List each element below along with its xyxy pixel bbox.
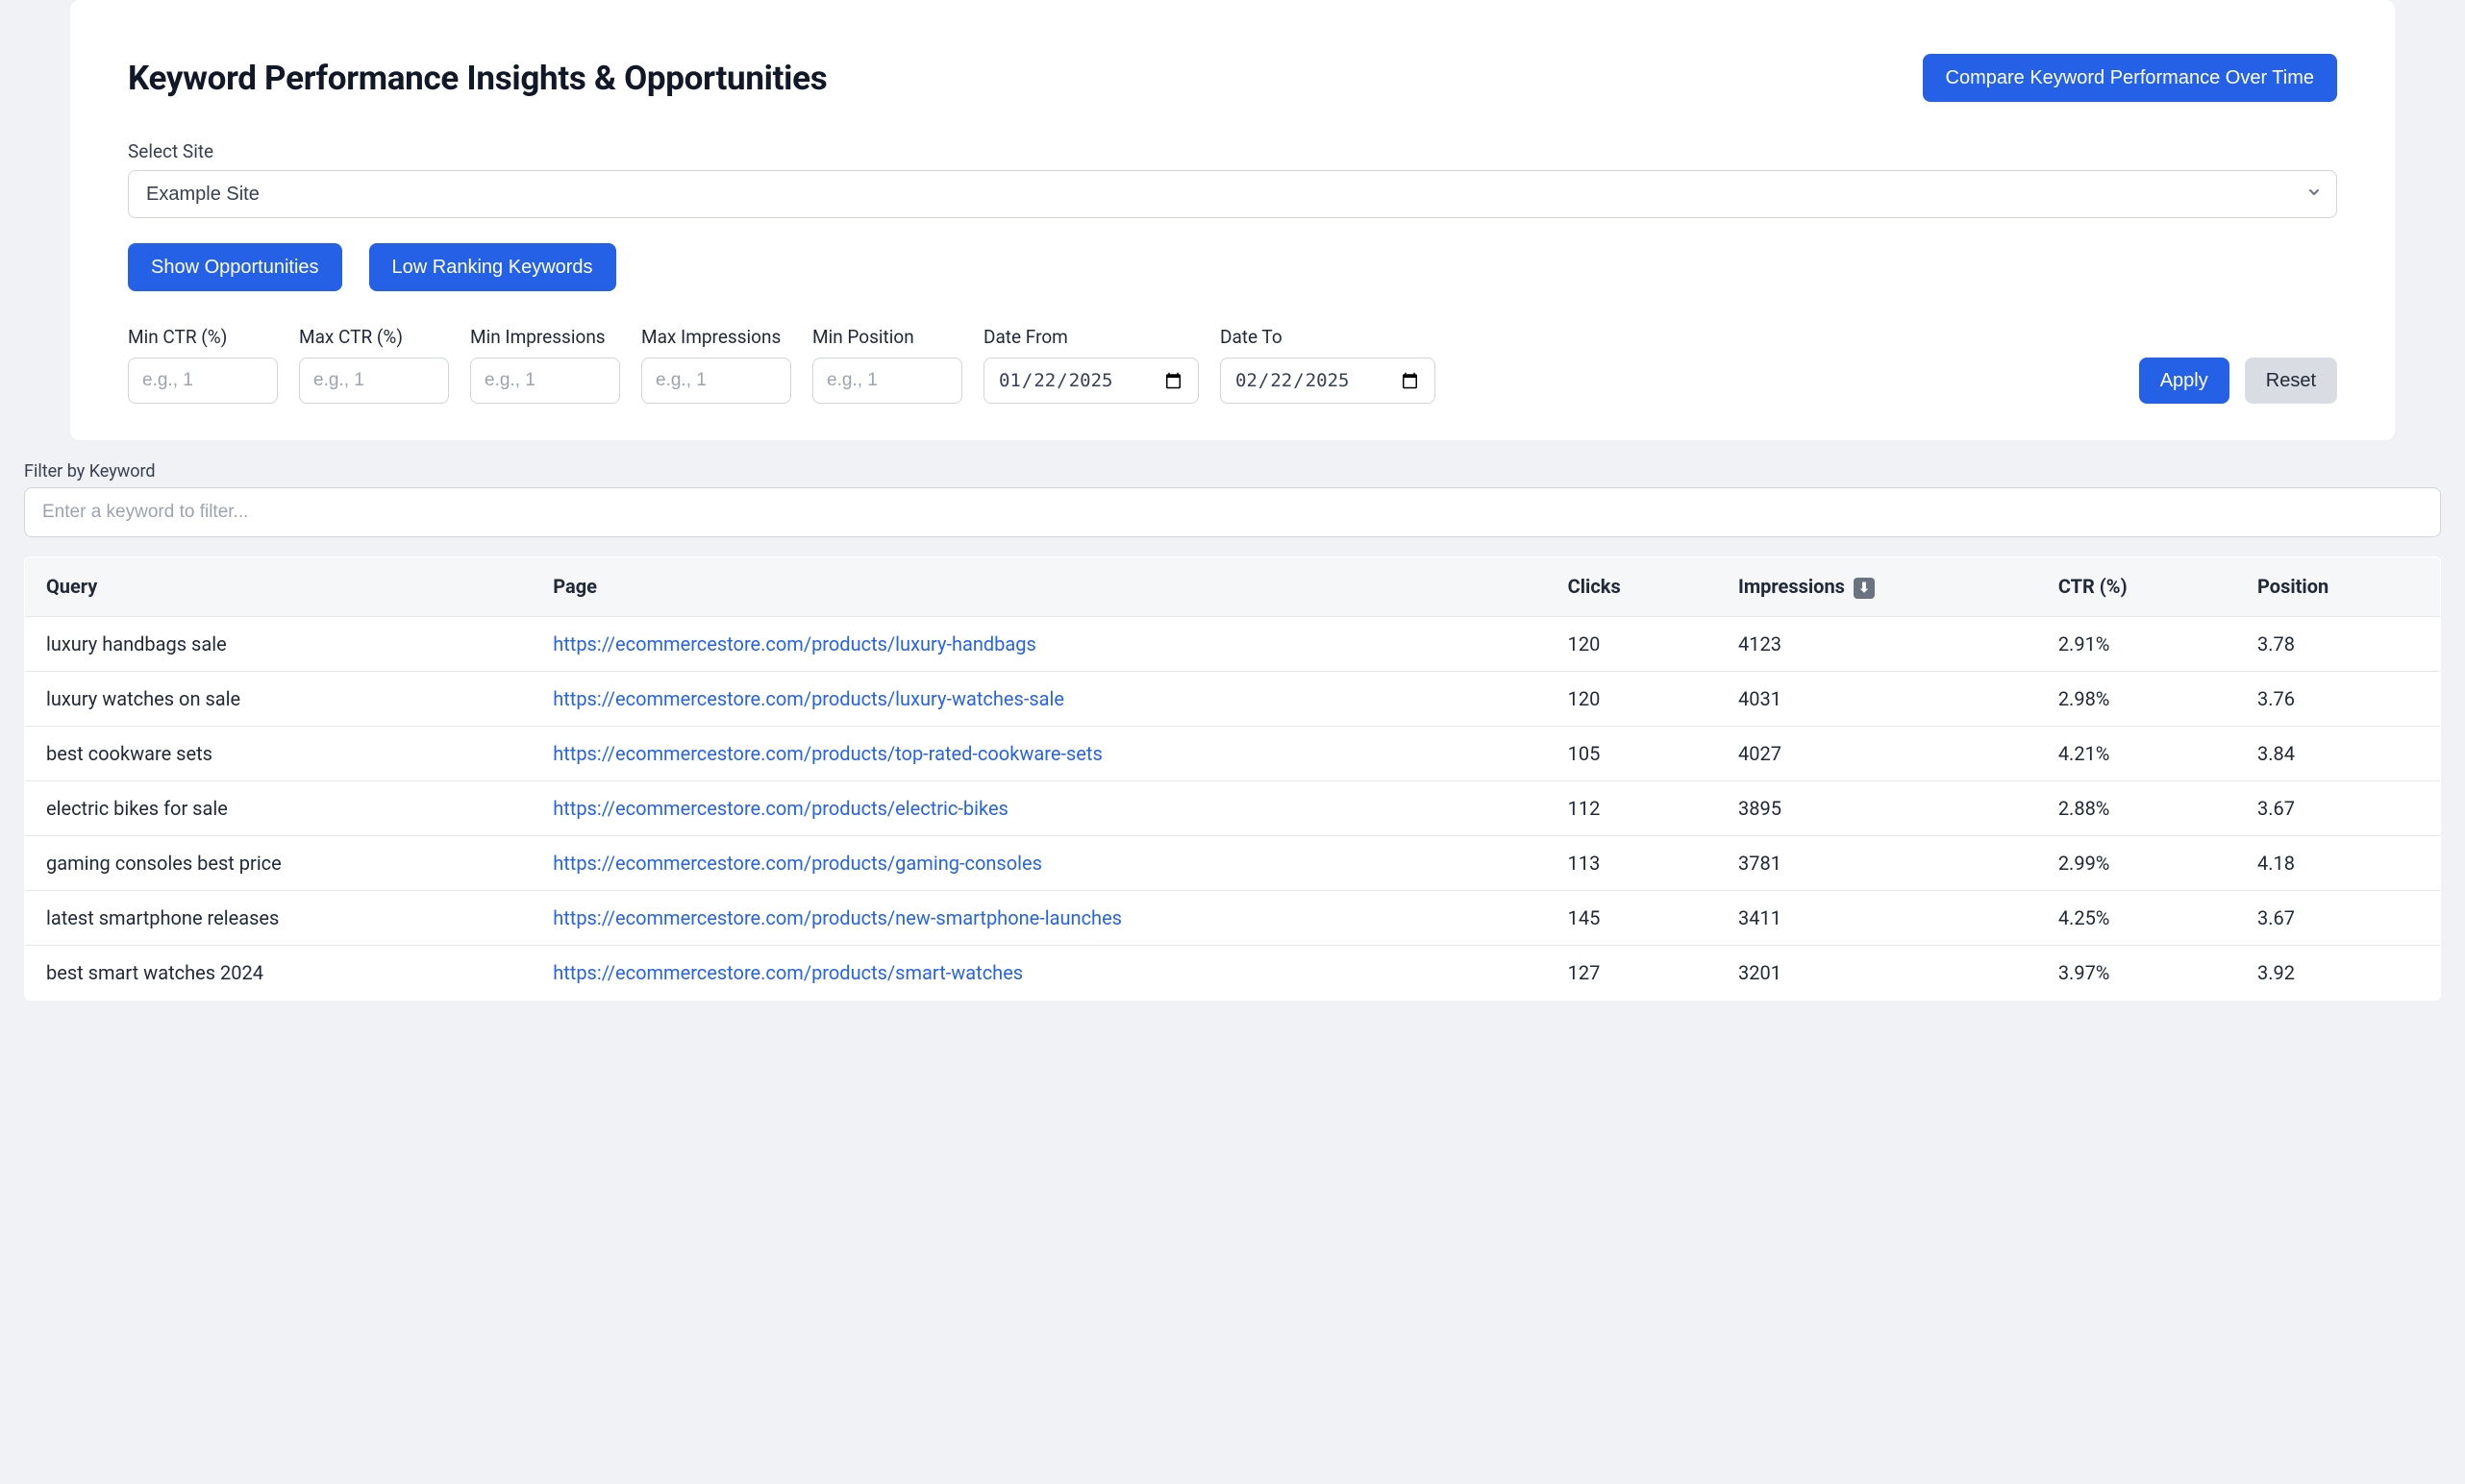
filters-card: Keyword Performance Insights & Opportuni… <box>70 0 2395 440</box>
cell-position: 3.67 <box>2236 890 2440 945</box>
max-impressions-input[interactable] <box>641 358 791 404</box>
cell-ctr: 4.25% <box>2037 890 2236 945</box>
cell-query: gaming consoles best price <box>25 835 533 890</box>
cell-query: best cookware sets <box>25 726 533 780</box>
cell-query: best smart watches 2024 <box>25 945 533 1000</box>
cell-position: 3.76 <box>2236 671 2440 726</box>
site-select[interactable]: Example Site <box>128 170 2337 218</box>
min-ctr-label: Min CTR (%) <box>128 326 278 348</box>
col-clicks[interactable]: Clicks <box>1547 557 1717 617</box>
table-row: luxury watches on sale https://ecommerces… <box>25 671 2441 726</box>
cell-position: 3.67 <box>2236 780 2440 835</box>
cell-page: https://ecommercestore.com/products/luxu… <box>532 671 1546 726</box>
page-link[interactable]: https://ecommercestore.com/products/smar… <box>553 961 1023 984</box>
site-select-block: Select Site Example Site <box>128 140 2337 218</box>
cell-impressions: 3781 <box>1717 835 2037 890</box>
low-ranking-button[interactable]: Low Ranking Keywords <box>369 243 616 291</box>
page-title: Keyword Performance Insights & Opportuni… <box>128 59 827 98</box>
cell-position: 4.18 <box>2236 835 2440 890</box>
cell-ctr: 4.21% <box>2037 726 2236 780</box>
table-row: luxury handbags sale https://ecommercesto… <box>25 616 2441 671</box>
min-impr-label: Min Impressions <box>470 326 620 348</box>
cell-ctr: 3.97% <box>2037 945 2236 1000</box>
results-table: Query Page Clicks Impressions ⬇ CTR (%) … <box>24 556 2441 1001</box>
cell-page: https://ecommercestore.com/products/elec… <box>532 780 1546 835</box>
table-row: best cookware sets https://ecommercestore… <box>25 726 2441 780</box>
table-row: gaming consoles best price https://ecomme… <box>25 835 2441 890</box>
cell-query: luxury handbags sale <box>25 616 533 671</box>
col-impressions-label: Impressions <box>1738 575 1845 598</box>
sort-desc-icon: ⬇ <box>1854 578 1875 599</box>
cell-clicks: 113 <box>1547 835 1717 890</box>
cell-ctr: 2.99% <box>2037 835 2236 890</box>
min-position-input[interactable] <box>812 358 962 404</box>
cell-clicks: 127 <box>1547 945 1717 1000</box>
cell-page: https://ecommercestore.com/products/smar… <box>532 945 1546 1000</box>
keyword-filter-input[interactable] <box>24 487 2441 537</box>
cell-query: latest smartphone releases <box>25 890 533 945</box>
cell-ctr: 2.98% <box>2037 671 2236 726</box>
show-opportunities-button[interactable]: Show Opportunities <box>128 243 342 291</box>
cell-page: https://ecommercestore.com/products/new-… <box>532 890 1546 945</box>
cell-clicks: 105 <box>1547 726 1717 780</box>
cell-impressions: 3895 <box>1717 780 2037 835</box>
page-link[interactable]: https://ecommercestore.com/products/luxu… <box>553 687 1064 710</box>
cell-impressions: 4027 <box>1717 726 2037 780</box>
filters-row: Min CTR (%) Max CTR (%) Min Impressions … <box>128 326 2337 404</box>
cell-page: https://ecommercestore.com/products/gami… <box>532 835 1546 890</box>
cell-position: 3.92 <box>2236 945 2440 1000</box>
table-row: latest smartphone releases https://ecomme… <box>25 890 2441 945</box>
cell-impressions: 3201 <box>1717 945 2037 1000</box>
date-to-input[interactable] <box>1220 358 1435 404</box>
date-from-input[interactable] <box>984 358 1199 404</box>
cell-clicks: 120 <box>1547 616 1717 671</box>
max-impr-label: Max Impressions <box>641 326 791 348</box>
cell-query: luxury watches on sale <box>25 671 533 726</box>
cell-impressions: 3411 <box>1717 890 2037 945</box>
max-ctr-input[interactable] <box>299 358 449 404</box>
page-link[interactable]: https://ecommercestore.com/products/gami… <box>553 852 1042 875</box>
min-ctr-input[interactable] <box>128 358 278 404</box>
table-row: electric bikes for sale https://ecommerce… <box>25 780 2441 835</box>
cell-query: electric bikes for sale <box>25 780 533 835</box>
action-row: Show Opportunities Low Ranking Keywords <box>128 243 2337 291</box>
max-ctr-label: Max CTR (%) <box>299 326 449 348</box>
compare-button[interactable]: Compare Keyword Performance Over Time <box>1923 54 2337 102</box>
reset-button[interactable]: Reset <box>2245 358 2337 404</box>
cell-clicks: 120 <box>1547 671 1717 726</box>
page-link[interactable]: https://ecommercestore.com/products/elec… <box>553 797 1008 820</box>
cell-position: 3.84 <box>2236 726 2440 780</box>
min-pos-label: Min Position <box>812 326 962 348</box>
cell-impressions: 4031 <box>1717 671 2037 726</box>
col-query[interactable]: Query <box>25 557 533 617</box>
apply-button[interactable]: Apply <box>2139 358 2229 404</box>
keyword-filter-block: Filter by Keyword <box>24 461 2441 537</box>
cell-impressions: 4123 <box>1717 616 2037 671</box>
page-link[interactable]: https://ecommercestore.com/products/top-… <box>553 742 1103 765</box>
cell-clicks: 112 <box>1547 780 1717 835</box>
table-row: best smart watches 2024 https://ecommerce… <box>25 945 2441 1000</box>
date-to-label: Date To <box>1220 326 1435 348</box>
col-position[interactable]: Position <box>2236 557 2440 617</box>
cell-ctr: 2.88% <box>2037 780 2236 835</box>
col-page[interactable]: Page <box>532 557 1546 617</box>
card-header: Keyword Performance Insights & Opportuni… <box>128 54 2337 102</box>
site-select-label: Select Site <box>128 140 2337 162</box>
cell-clicks: 145 <box>1547 890 1717 945</box>
col-ctr[interactable]: CTR (%) <box>2037 557 2236 617</box>
cell-position: 3.78 <box>2236 616 2440 671</box>
col-impressions[interactable]: Impressions ⬇ <box>1717 557 2037 617</box>
cell-page: https://ecommercestore.com/products/top-… <box>532 726 1546 780</box>
page-link[interactable]: https://ecommercestore.com/products/new-… <box>553 906 1122 929</box>
cell-page: https://ecommercestore.com/products/luxu… <box>532 616 1546 671</box>
min-impressions-input[interactable] <box>470 358 620 404</box>
page-link[interactable]: https://ecommercestore.com/products/luxu… <box>553 632 1036 655</box>
cell-ctr: 2.91% <box>2037 616 2236 671</box>
keyword-filter-label: Filter by Keyword <box>24 461 2441 482</box>
date-from-label: Date From <box>984 326 1199 348</box>
